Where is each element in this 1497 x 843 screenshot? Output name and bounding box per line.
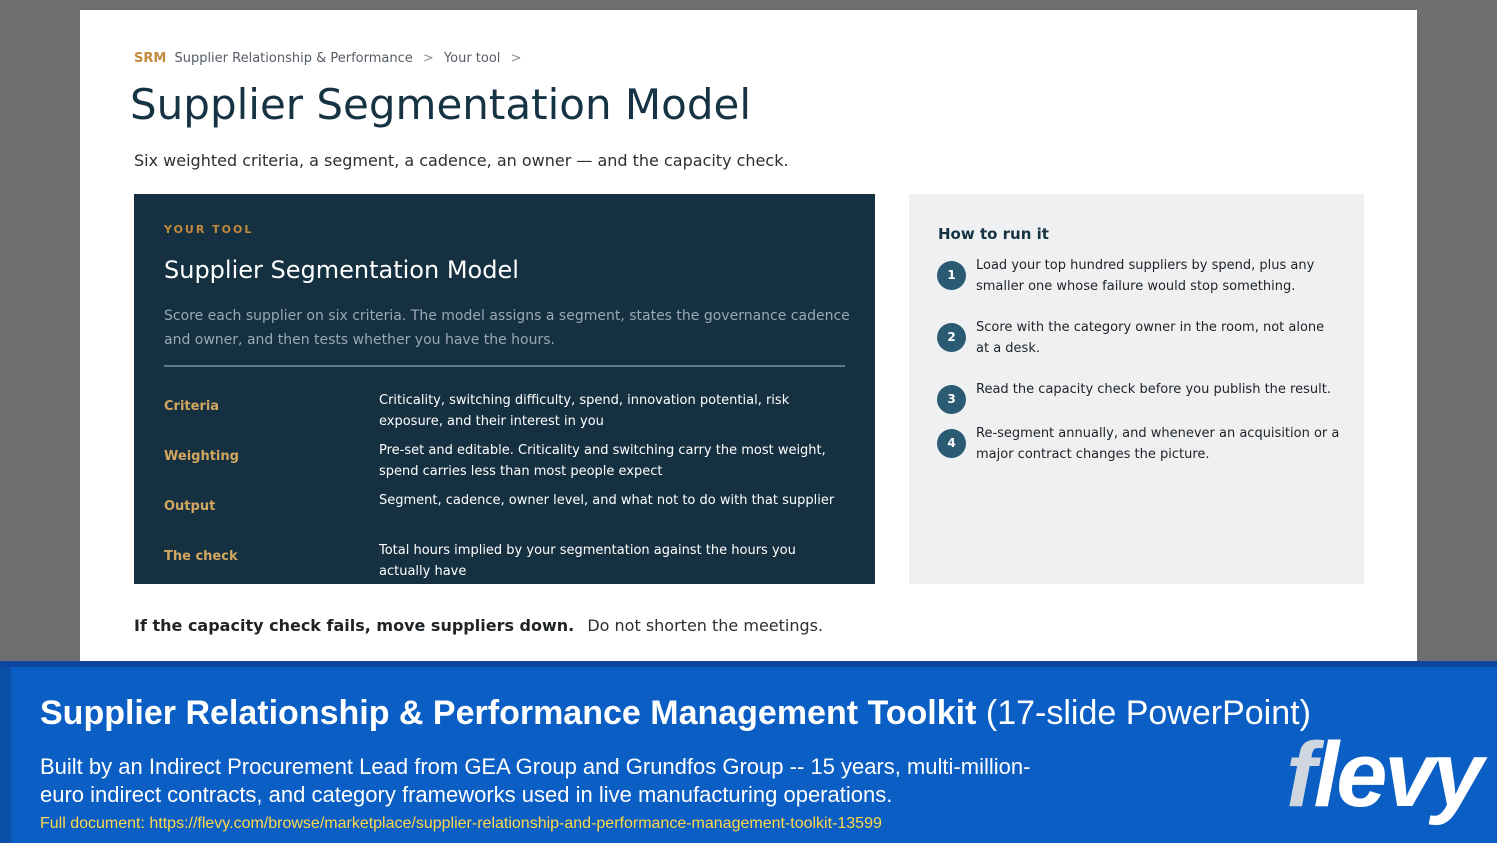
tool-row-value: Criticality, switching difficulty, spend… [379, 393, 790, 429]
step-number-badge: 2 [937, 323, 966, 352]
promo-banner: Supplier Relationship & Performance Mana… [0, 661, 1497, 843]
breadcrumb: SRM Supplier Relationship & Performance … [134, 51, 527, 66]
tool-row-value: Total hours implied by your segmentation… [379, 543, 796, 579]
banner-strip [0, 667, 11, 843]
tool-row-value: Segment, cadence, owner level, and what … [379, 493, 835, 508]
step-number-badge: 3 [937, 385, 966, 414]
step-text: Read the capacity check before you publi… [976, 382, 1331, 397]
tool-row-label: Weighting [164, 449, 239, 464]
footnote-bold: If the capacity check fails, move suppli… [134, 616, 575, 635]
howto-title: How to run it [938, 225, 1049, 243]
tool-divider [164, 365, 845, 367]
tool-description: Score each supplier on six criteria. The… [164, 308, 850, 348]
tool-title: Supplier Segmentation Model [164, 256, 519, 284]
flevy-logo[interactable]: flevy [1286, 729, 1484, 821]
page-title: Supplier Segmentation Model [130, 80, 752, 129]
breadcrumb-page: Your tool [443, 51, 501, 66]
banner-description: Built by an Indirect Procurement Lead fr… [40, 754, 1031, 807]
tool-row-label: Criteria [164, 399, 220, 414]
tool-row-value: Pre-set and editable. Criticality and sw… [379, 443, 826, 479]
banner-title-suffix: (17-slide PowerPoint) [985, 694, 1311, 732]
step-number-badge: 1 [937, 261, 966, 290]
breadcrumb-section[interactable]: Supplier Relationship & Performance [174, 51, 412, 66]
tool-panel: YOUR TOOL Supplier Segmentation Model Sc… [134, 194, 875, 584]
breadcrumb-separator-icon: > [510, 51, 522, 66]
tool-tag: YOUR TOOL [164, 223, 254, 236]
banner-document-link[interactable]: Full document: https://flevy.com/browse/… [40, 815, 882, 833]
step-text: Score with the category owner in the roo… [976, 320, 1325, 356]
banner-title-main: Supplier Relationship & Performance Mana… [40, 694, 977, 732]
tool-row-label: Output [164, 499, 216, 514]
breadcrumb-separator-icon: > [422, 51, 434, 66]
banner-title: Supplier Relationship & Performance Mana… [40, 694, 1311, 733]
page-subtitle: Six weighted criteria, a segment, a cade… [134, 151, 789, 170]
slide: SRM Supplier Relationship & Performance … [80, 10, 1417, 665]
step-number-badge: 4 [937, 429, 966, 458]
tool-row-label: The check [164, 549, 238, 564]
footnote: If the capacity check fails, move suppli… [134, 616, 823, 635]
flevy-logo-first: f [1286, 724, 1317, 826]
step-text: Re-segment annually, and whenever an acq… [976, 426, 1340, 462]
step-text: Load your top hundred suppliers by spend… [976, 258, 1315, 294]
howto-panel: How to run it 1 Load your top hundred su… [909, 194, 1364, 584]
breadcrumb-section-code[interactable]: SRM [134, 51, 166, 66]
footnote-rest: Do not shorten the meetings. [587, 616, 824, 635]
flevy-logo-rest: levy [1313, 724, 1484, 826]
